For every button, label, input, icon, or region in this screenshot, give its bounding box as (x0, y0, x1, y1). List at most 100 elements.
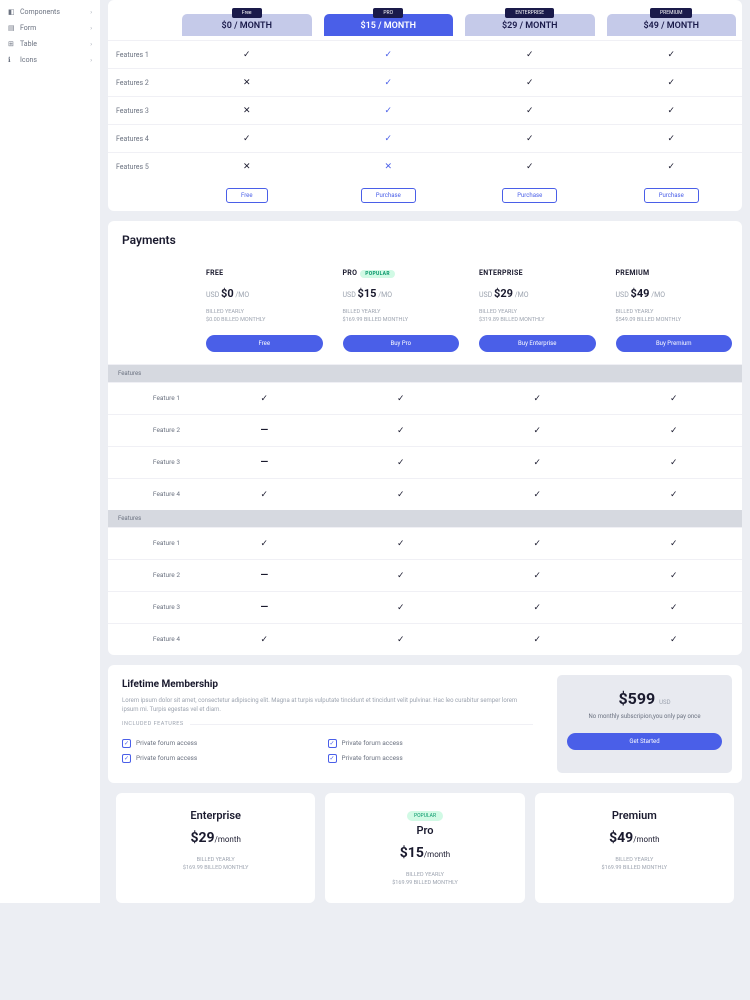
buy-button[interactable]: Buy Premium (616, 335, 733, 352)
cross-icon: ✕ (384, 162, 392, 172)
nav-table[interactable]: ⊞Table› (0, 36, 100, 52)
lifetime-feature: ✓Private forum access (122, 754, 328, 763)
lifetime-feature: ✓Private forum access (122, 739, 328, 748)
plan-name: FREE (206, 269, 323, 277)
plan-header: PREMIUM $49 / MONTH (601, 0, 743, 36)
popular-badge: POPULAR (407, 811, 443, 821)
plan-price: USD $49 /MO (616, 287, 733, 300)
buy-button[interactable]: Buy Pro (343, 335, 460, 352)
feature-cell: ✓ (606, 489, 743, 500)
buy-button[interactable]: Buy Enterprise (479, 335, 596, 352)
plan-name: PROPOPULAR (343, 269, 460, 277)
feature-cell: ✓ (196, 489, 333, 500)
plan-billing: BILLED YEARLY$169.99 BILLED MONTHLY (337, 871, 512, 888)
feature-cell: ✓ (333, 634, 470, 645)
feature-cell: — (196, 425, 333, 436)
feature-cell: ✓ (459, 77, 601, 88)
feature-row: Feature 2 —✓✓✓ (108, 414, 742, 446)
check-icon: ✓ (670, 394, 678, 404)
check-icon: ✓ (667, 106, 675, 116)
plan-action-button[interactable]: Purchase (502, 188, 557, 203)
chevron-right-icon: › (90, 57, 92, 64)
check-icon: ✓ (667, 50, 675, 60)
feature-cell: ✓ (606, 425, 743, 436)
feature-name: Feature 3 (108, 603, 196, 611)
checkbox-icon: ✓ (328, 754, 337, 763)
feature-cell: ✓ (601, 49, 743, 60)
feature-name: Feature 4 (108, 635, 196, 643)
chevron-right-icon: › (90, 25, 92, 32)
feature-cell: ✓ (459, 49, 601, 60)
buy-button[interactable]: Free (206, 335, 323, 352)
check-icon: ✓ (533, 635, 541, 645)
check-icon: ✓ (526, 50, 534, 60)
check-icon: ✓ (397, 635, 405, 645)
feature-name: Features 1 (108, 51, 176, 59)
feature-cell: ✓ (606, 602, 743, 613)
check-icon: ✓ (397, 571, 405, 581)
check-icon: ✓ (526, 78, 534, 88)
dash-icon: — (260, 425, 268, 436)
table-icon: ⊞ (8, 40, 16, 48)
check-icon: ✓ (533, 458, 541, 468)
plan-action-button[interactable]: Free (226, 188, 268, 203)
check-icon: ✓ (670, 635, 678, 645)
feature-cell: ✓ (318, 77, 460, 88)
feature-cell: ✕ (176, 105, 318, 116)
feature-cell: — (196, 602, 333, 613)
plan-billing: BILLED YEARLY$169.99 BILLED MONTHLY (128, 856, 303, 873)
feature-cell: ✓ (176, 133, 318, 144)
feature-row: Feature 4 ✓✓✓✓ (108, 478, 742, 510)
nav-label: Form (20, 24, 90, 32)
feature-name: Feature 2 (108, 426, 196, 434)
feature-row: Feature 4 ✓ ✓ ✓ ✓ (108, 623, 742, 655)
feature-row: Features 3 ✕✓✓✓ (108, 96, 742, 124)
plan-price: $15/month (337, 845, 512, 861)
popular-badge: POPULAR (360, 270, 395, 278)
plan-billing: BILLED YEARLY$319.89 BILLED MONTHLY (479, 308, 596, 325)
nav-icons[interactable]: ℹIcons› (0, 52, 100, 68)
feature-cell: ✓ (469, 489, 606, 500)
plan-name: Enterprise (128, 809, 303, 822)
included-features-label: INCLUDED FEATURES (122, 724, 533, 731)
plan-name: ENTERPRISE (479, 269, 596, 277)
feature-cell: ✓ (601, 133, 743, 144)
chevron-right-icon: › (90, 41, 92, 48)
plan-action-button[interactable]: Purchase (644, 188, 699, 203)
plan-price: USD $29 /MO (479, 287, 596, 300)
feature-cell: ✓ (459, 105, 601, 116)
feature-cell: ✓ (606, 457, 743, 468)
feature-cell: ✓ (333, 570, 470, 581)
lifetime-price: $599 USD (567, 689, 722, 708)
nav-form[interactable]: ▤Form› (0, 20, 100, 36)
feature-cell: ✓ (318, 49, 460, 60)
nav-components[interactable]: ◧Components› (0, 4, 100, 20)
check-icon: ✓ (384, 134, 392, 144)
feature-cell: ✓ (333, 457, 470, 468)
feature-cell: ✓ (333, 393, 470, 404)
sidebar: ◧Components› ▤Form› ⊞Table› ℹIcons› (0, 0, 100, 903)
check-icon: ✓ (670, 539, 678, 549)
feature-cell: ✓ (606, 538, 743, 549)
feature-row: Feature 3 —✓✓✓ (108, 446, 742, 478)
check-icon: ✓ (533, 539, 541, 549)
check-icon: ✓ (533, 603, 541, 613)
feature-row: Features 4 ✓✓✓✓ (108, 124, 742, 152)
feature-cell: ✓ (333, 602, 470, 613)
payment-plan: PREMIUM USD $49 /MO BILLED YEARLY$549.09… (606, 259, 743, 364)
plan-action-button[interactable]: Purchase (361, 188, 416, 203)
plan-tag: PREMIUM (650, 8, 692, 18)
check-icon: ✓ (667, 162, 675, 172)
feature-cell: ✓ (196, 634, 333, 645)
feature-name: Features 4 (108, 135, 176, 143)
plan-header: PRO $15 / MONTH (318, 0, 460, 36)
get-started-button[interactable]: Get Started (567, 733, 722, 750)
payments-title: Payments (108, 221, 742, 259)
checkbox-icon: ✓ (328, 739, 337, 748)
feature-name: Feature 1 (108, 394, 196, 402)
plan-billing: BILLED YEARLY$0.00 BILLED MONTHLY (206, 308, 323, 325)
feature-name: Features 5 (108, 163, 176, 171)
cross-icon: ✕ (243, 78, 251, 88)
check-icon: ✓ (384, 50, 392, 60)
bottom-plan-card: Premium $49/month BILLED YEARLY$169.99 B… (535, 793, 734, 904)
